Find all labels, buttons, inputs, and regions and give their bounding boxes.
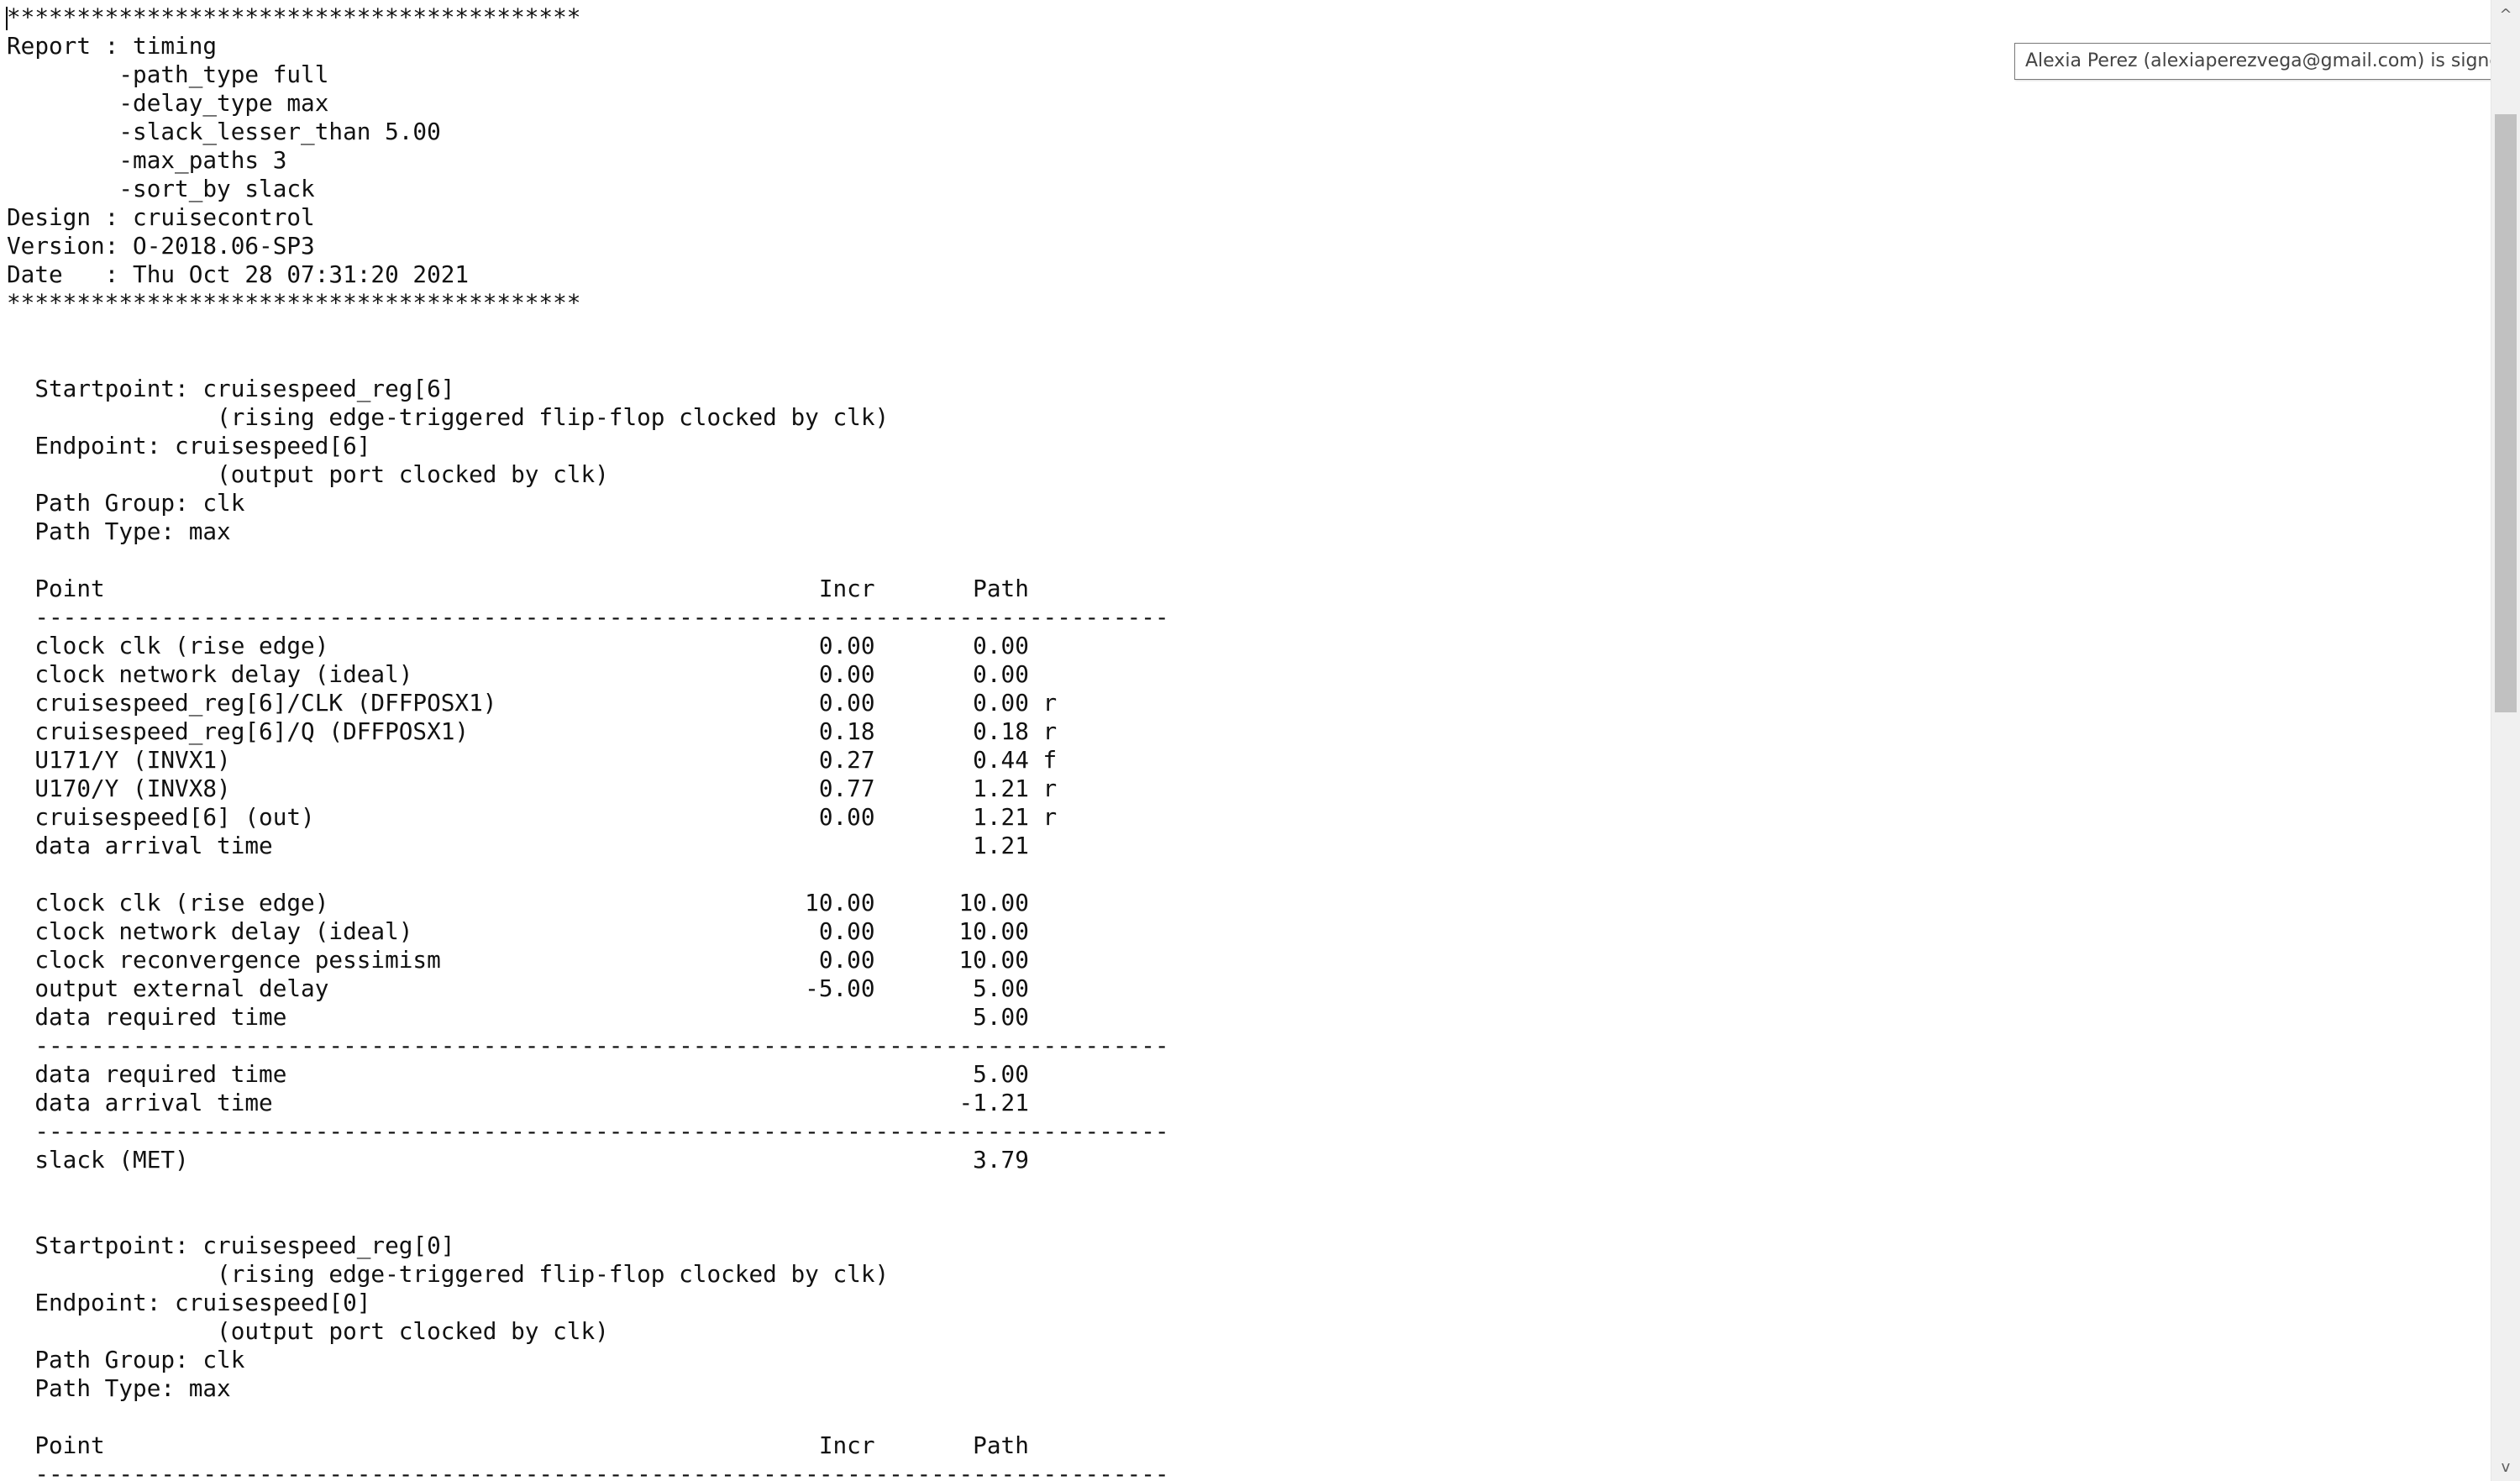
signed-in-tooltip: Alexia Perez (alexiaperezvega@gmail.com)… [2014,43,2520,80]
scroll-down-arrow-icon[interactable]: v [2491,1452,2520,1481]
vertical-scrollbar[interactable]: ^ v [2491,0,2520,1481]
scrollbar-thumb[interactable] [2495,114,2517,712]
timing-report-text[interactable]: ****************************************… [7,3,1169,1481]
text-viewer[interactable]: ****************************************… [0,0,2491,1481]
scroll-up-arrow-icon[interactable]: ^ [2491,0,2520,29]
